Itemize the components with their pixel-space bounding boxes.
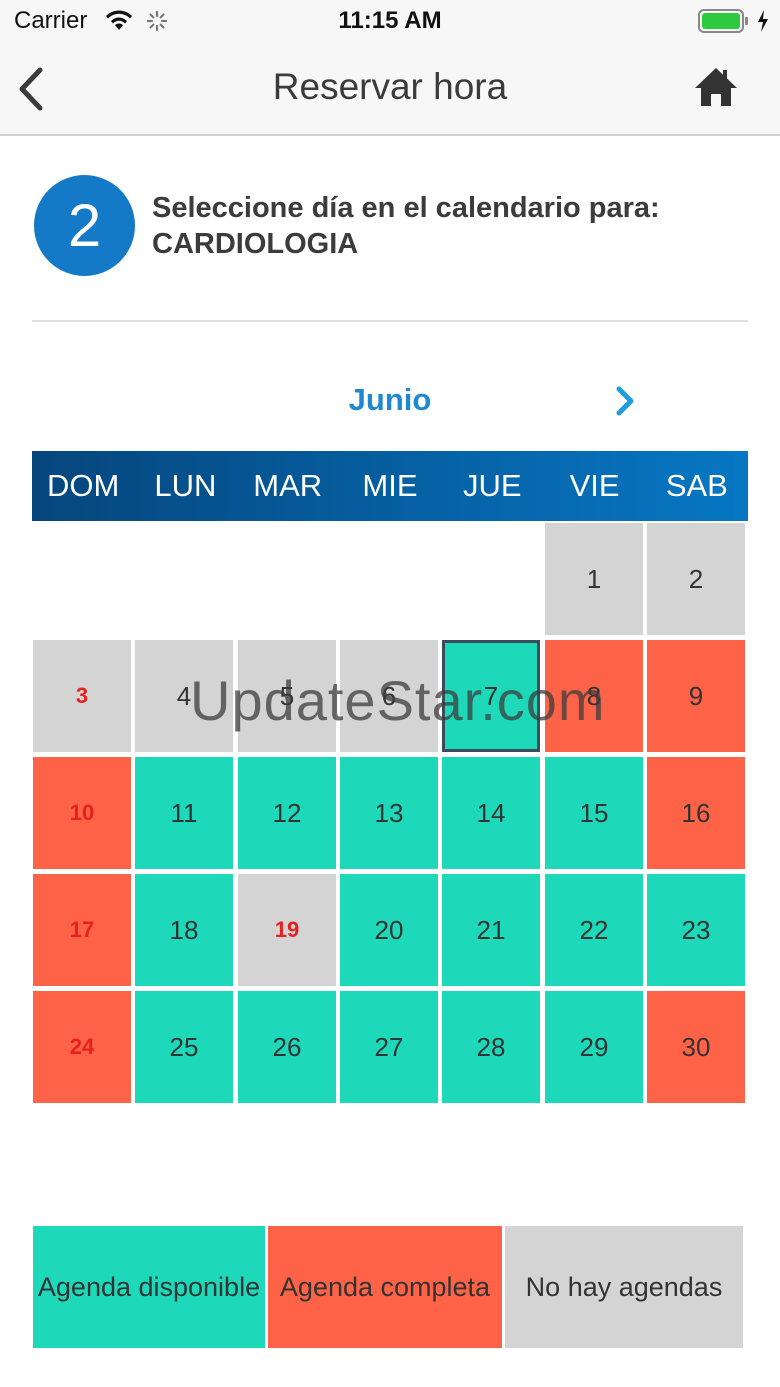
day-number: 20	[374, 914, 404, 945]
day-number: 2	[688, 563, 704, 594]
status-bar: Carrier 11:15 AM	[0, 0, 780, 44]
clock: 11:15 AM	[338, 7, 442, 34]
legend-full: Agenda completa	[268, 1226, 502, 1348]
legend-none: No hay agendas	[505, 1226, 743, 1348]
day-number: 3	[75, 683, 89, 708]
legend-available: Agenda disponible	[33, 1226, 265, 1348]
weekday-label: LUN	[154, 468, 217, 503]
calendar-day-14[interactable]: 14	[442, 757, 540, 869]
calendar-day-24[interactable]: 24	[33, 991, 131, 1103]
calendar-day-25[interactable]: 25	[135, 991, 233, 1103]
day-number: 10	[69, 800, 95, 825]
day-number: 29	[579, 1031, 609, 1062]
calendar-day-28[interactable]: 28	[442, 991, 540, 1103]
calendar-day-20[interactable]: 20	[340, 874, 438, 986]
step-instruction: Seleccione día en el calendario para: CA…	[152, 190, 660, 262]
calendar-day-3[interactable]: 3	[33, 640, 131, 752]
day-number: 24	[69, 1034, 95, 1059]
calendar-day-13[interactable]: 13	[340, 757, 438, 869]
day-number: 25	[169, 1031, 199, 1062]
weekday-label: VIE	[569, 468, 620, 503]
day-number: 11	[170, 797, 198, 828]
day-number: 13	[374, 797, 404, 828]
home-button[interactable]	[692, 64, 740, 110]
chevron-right-icon	[616, 386, 634, 416]
day-number: 1	[586, 563, 602, 594]
calendar-day-17[interactable]: 17	[33, 874, 131, 986]
step-number-badge: 2	[34, 175, 135, 276]
day-number: 9	[688, 680, 704, 711]
day-number: 15	[579, 797, 609, 828]
weekday-header: DOM LUN MAR MIE JUE VIE SAB	[32, 451, 748, 521]
watermark: UpdateStar.com	[190, 669, 606, 732]
instruction-text: Seleccione día en el calendario para:	[152, 192, 660, 224]
calendar-day-18[interactable]: 18	[135, 874, 233, 986]
calendar-day-23[interactable]: 23	[647, 874, 745, 986]
day-number: 18	[169, 914, 199, 945]
calendar-day-29[interactable]: 29	[545, 991, 643, 1103]
calendar-day-11[interactable]: 11	[135, 757, 233, 869]
specialty-name: CARDIOLOGIA	[152, 228, 359, 260]
calendar-day-16[interactable]: 16	[647, 757, 745, 869]
charging-icon	[756, 9, 770, 38]
weekday-label: MIE	[362, 468, 418, 503]
calendar-day-15[interactable]: 15	[545, 757, 643, 869]
calendar-day-9[interactable]: 9	[647, 640, 745, 752]
day-number: 28	[476, 1031, 506, 1062]
day-number: 16	[681, 797, 711, 828]
calendar-day-10[interactable]: 10	[33, 757, 131, 869]
calendar-day-27[interactable]: 27	[340, 991, 438, 1103]
calendar-day-26[interactable]: 26	[238, 991, 336, 1103]
next-month-button[interactable]	[610, 384, 640, 418]
day-number: 27	[374, 1031, 404, 1062]
divider	[32, 320, 748, 322]
calendar-day-12[interactable]: 12	[238, 757, 336, 869]
day-number: 23	[681, 914, 711, 945]
day-number: 26	[272, 1031, 302, 1062]
calendar-day-22[interactable]: 22	[545, 874, 643, 986]
day-number: 17	[69, 917, 95, 942]
month-label: Junio	[348, 382, 432, 417]
calendar-day-21[interactable]: 21	[442, 874, 540, 986]
day-number: 22	[579, 914, 609, 945]
day-number: 21	[476, 914, 506, 945]
calendar-day-19[interactable]: 19	[238, 874, 336, 986]
day-number: 19	[274, 917, 300, 942]
day-number: 14	[476, 797, 506, 828]
battery-icon	[698, 9, 750, 38]
weekday-label: JUE	[462, 468, 522, 503]
day-number: 12	[272, 797, 302, 828]
day-number: 30	[681, 1031, 711, 1062]
legend: Agenda disponible Agenda completa No hay…	[33, 1226, 743, 1348]
page-title: Reservar hora	[272, 66, 508, 107]
home-icon	[695, 68, 737, 106]
navigation-bar: Reservar hora	[0, 44, 780, 136]
calendar-day-1[interactable]: 1	[545, 523, 643, 635]
weekday-label: SAB	[665, 468, 728, 503]
weekday-label: DOM	[46, 468, 120, 503]
calendar-day-30[interactable]: 30	[647, 991, 745, 1103]
weekday-label: MAR	[253, 468, 323, 503]
calendar-day-2[interactable]: 2	[647, 523, 745, 635]
